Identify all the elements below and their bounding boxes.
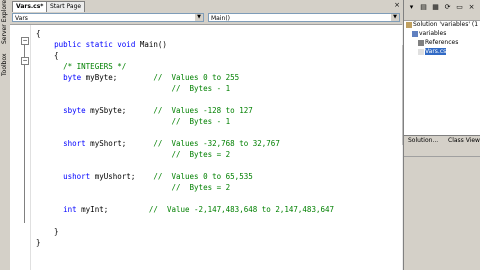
- tree-item-label: Vars.cs: [425, 48, 447, 55]
- comment-token: // Values 0 to 65,535: [135, 172, 253, 181]
- refresh-icon[interactable]: ⟳: [443, 3, 452, 12]
- properties-toolbar: [404, 146, 480, 157]
- comment-token: // Value -2,147,483,648 to 2,147,483,647: [108, 205, 335, 214]
- keyword-token: public static void: [54, 40, 136, 49]
- keyword-token: short: [63, 139, 86, 148]
- tree-item[interactable]: variables: [412, 30, 446, 38]
- tab-label: Start Page: [50, 3, 82, 10]
- tab-start-page[interactable]: Start Page: [46, 1, 86, 12]
- fold-line: [24, 45, 25, 223]
- code-line[interactable]: {: [36, 29, 41, 39]
- code-line[interactable]: ushort myUshort; // Values 0 to 65,535: [36, 172, 253, 182]
- navigation-bar: Vars ▼ Main() ▼: [10, 12, 402, 25]
- code-token: Main(): [135, 40, 167, 49]
- comment-token: // Bytes - 1: [36, 84, 231, 93]
- tree-item-label: Solution 'variables' (1 pr: [413, 21, 480, 28]
- code-line[interactable]: byte myByte; // Values 0 to 255: [36, 73, 239, 83]
- code-line[interactable]: public static void Main(): [36, 40, 167, 50]
- comment-token: // Values 0 to 255: [117, 73, 240, 82]
- keyword-token: sbyte: [63, 106, 86, 115]
- code-token: {: [36, 29, 41, 38]
- file-icon: [406, 21, 412, 28]
- toolbox-tab[interactable]: Toolbox: [1, 50, 9, 77]
- code-line[interactable]: }: [36, 238, 41, 248]
- properties-panel: [404, 146, 480, 270]
- keyword-token: int: [63, 205, 77, 214]
- tab-solution-explorer[interactable]: Solution...: [408, 136, 438, 146]
- code-token: myShort;: [85, 139, 127, 148]
- code-line[interactable]: /* INTEGERS */: [36, 62, 126, 72]
- code-token: {: [36, 51, 59, 60]
- solution-explorer: ▾ ▤ ▦ ⟳ ▭ × Solution 'variables' (1 pr va…: [403, 0, 480, 270]
- code-token: myInt;: [76, 205, 109, 214]
- tree-item[interactable]: References: [418, 39, 458, 47]
- code-token: }: [36, 238, 41, 247]
- member-dropdown-value: Main(): [211, 15, 231, 22]
- comment-token: // Bytes - 1: [36, 117, 231, 126]
- tree-item[interactable]: Solution 'variables' (1 pr: [406, 21, 480, 29]
- file-icon: [418, 48, 424, 55]
- pin-icon[interactable]: ▾: [407, 3, 416, 12]
- tree-item-label: variables: [419, 30, 447, 37]
- close-icon[interactable]: ×: [394, 1, 400, 9]
- code-line[interactable]: short myShort; // Values -32,768 to 32,7…: [36, 139, 280, 149]
- keyword-token: ushort: [63, 172, 91, 181]
- type-dropdown[interactable]: Vars ▼: [12, 13, 204, 22]
- code-line[interactable]: int myInt; // Value -2,147,483,648 to 2,…: [36, 205, 334, 215]
- server-explorer-tab[interactable]: Server Explorer: [1, 0, 9, 44]
- panel-tabs: Solution... Class View: [404, 135, 480, 146]
- tree-item[interactable]: Vars.cs: [418, 48, 447, 56]
- tab-label: Vars.cs*: [16, 3, 44, 10]
- comment-token: // Values -128 to 127: [126, 106, 253, 115]
- chevron-down-icon[interactable]: ▼: [391, 14, 399, 21]
- comment-token: // Values -32,768 to 32,767: [126, 139, 280, 148]
- collapse-icon[interactable]: −: [21, 37, 29, 45]
- chevron-down-icon[interactable]: ▼: [195, 14, 203, 21]
- type-dropdown-value: Vars: [15, 15, 28, 22]
- code-line[interactable]: {: [36, 51, 59, 61]
- tab-class-view[interactable]: Class View: [448, 136, 480, 146]
- properties-icon[interactable]: ▤: [419, 3, 428, 12]
- member-dropdown[interactable]: Main() ▼: [208, 13, 400, 22]
- code-line[interactable]: // Bytes = 2: [36, 150, 230, 160]
- comment-token: // Bytes = 2: [36, 150, 231, 159]
- code-token: myByte;: [81, 73, 118, 82]
- solution-toolbar: ▾ ▤ ▦ ⟳ ▭ ×: [404, 0, 480, 21]
- code-token: }: [36, 227, 59, 236]
- tree-item-label: References: [425, 39, 459, 46]
- tab-vars-cs[interactable]: Vars.cs*: [12, 1, 48, 12]
- collapse-icon[interactable]: −: [21, 57, 29, 65]
- code-area[interactable]: { public static void Main() { /* INTEGER…: [32, 25, 392, 270]
- file-icon: [418, 39, 424, 46]
- close-icon[interactable]: ×: [467, 3, 476, 12]
- code-line[interactable]: }: [36, 227, 59, 237]
- keyword-token: byte: [63, 73, 82, 82]
- code-editor[interactable]: − − { public static void Main() { /* INT…: [10, 25, 402, 270]
- code-token: mySbyte;: [85, 106, 127, 115]
- code-line[interactable]: // Bytes - 1: [36, 84, 230, 94]
- comment-token: /* INTEGERS */: [63, 62, 127, 71]
- file-icon: [412, 30, 418, 37]
- code-line[interactable]: // Bytes = 2: [36, 183, 230, 193]
- code-token: myUshort;: [90, 172, 136, 181]
- code-line[interactable]: sbyte mySbyte; // Values -128 to 127: [36, 106, 253, 116]
- show-all-files-icon[interactable]: ▦: [431, 3, 440, 12]
- view-code-icon[interactable]: ▭: [455, 3, 464, 12]
- code-line[interactable]: // Bytes - 1: [36, 117, 230, 127]
- document-tabs: Vars.cs* Start Page ×: [10, 0, 402, 12]
- comment-token: // Bytes = 2: [36, 183, 231, 192]
- editor-gutter: − −: [10, 25, 31, 270]
